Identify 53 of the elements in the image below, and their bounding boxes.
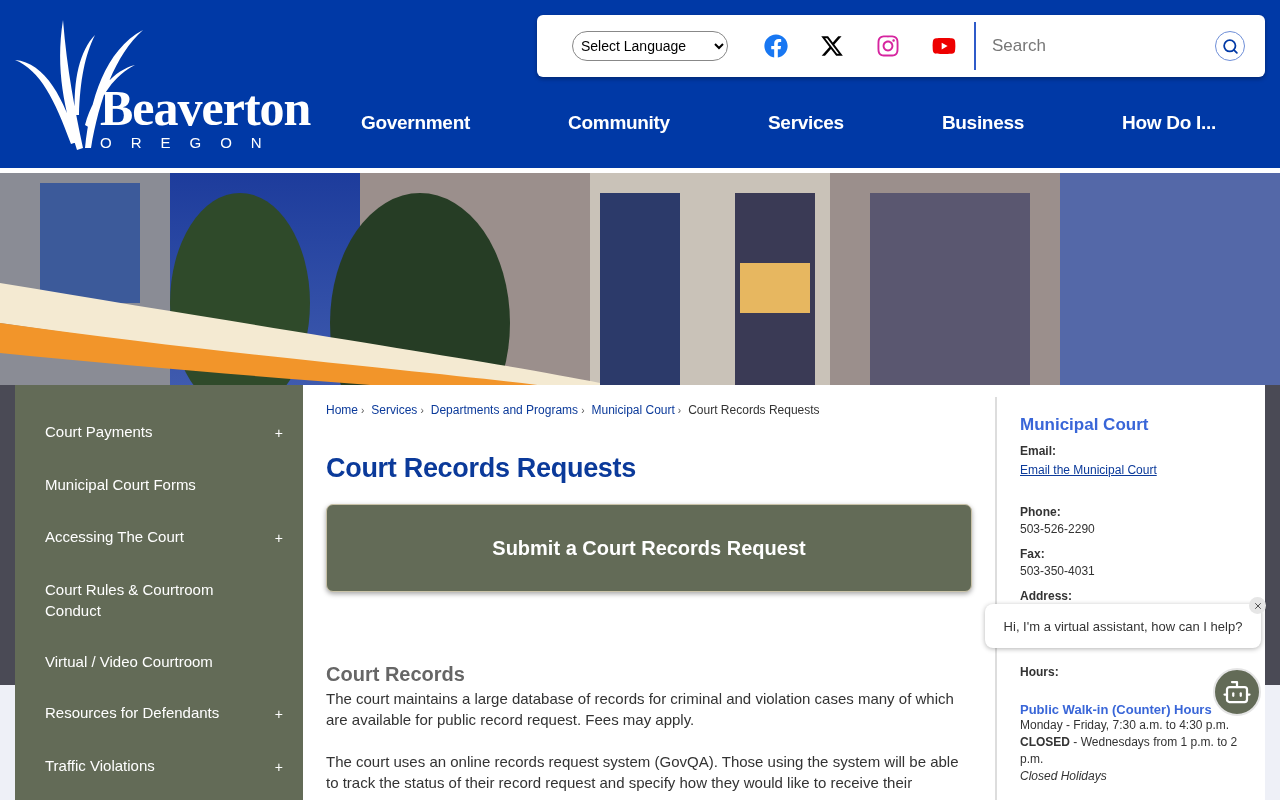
hours-heading: Public Walk-in (Counter) Hours [1020, 702, 1213, 717]
field-label: Hours: [1020, 664, 1060, 681]
sidebar-item[interactable]: Court Rules & Courtroom Conduct [45, 578, 235, 621]
sidebar-item[interactable]: Virtual / Video Courtroom [45, 650, 213, 672]
breadcrumb-separator: › [581, 404, 585, 416]
close-icon [1252, 600, 1263, 611]
page-title: Court Records Requests [326, 453, 637, 484]
breadcrumb-separator: › [361, 404, 365, 416]
field-label: Address: [1020, 588, 1073, 605]
field-value: 503-526-2290 [1020, 521, 1096, 538]
instagram-icon [876, 34, 900, 58]
sidebar-item[interactable]: Accessing The Court [45, 525, 184, 547]
breadcrumb-link[interactable]: Departments and Programs [430, 403, 579, 417]
paragraph: The court uses an online records request system (GovQA). Those using the system will be able to track the status of their record request and specify how they would like to receive their [326, 752, 960, 793]
expand-toggle[interactable]: + [274, 527, 283, 549]
field-value: 503-350-4031 [1020, 563, 1096, 580]
sidebar-item[interactable]: Resources for Defendants [45, 702, 220, 723]
breadcrumb-link[interactable]: Municipal Court [591, 403, 675, 417]
current-location-text: Court Records Requests [688, 403, 820, 417]
nav-link[interactable]: How Do I... [1122, 111, 1216, 134]
nav-link[interactable]: Government [361, 111, 470, 134]
breadcrumb-separator: › [420, 404, 424, 416]
expand-toggle[interactable]: + [274, 757, 283, 778]
search-icon [1221, 37, 1239, 55]
nav-link[interactable]: Community [568, 111, 670, 134]
logo-subtitle: OREGON [100, 135, 282, 150]
field-label: Fax: [1020, 546, 1046, 563]
hours-text: CLOSED - Wednesdays from 1 p.m. to 2 p.m. [1020, 734, 1239, 768]
breadcrumb-separator: › [677, 404, 682, 416]
sidebar-item[interactable]: Municipal Court Forms [45, 474, 196, 495]
submit-request-button[interactable]: Submit a Court Records Request [326, 504, 972, 592]
hours-text: Monday - Friday, 7:30 a.m. to 4:30 p.m. [1020, 717, 1231, 734]
logo-wordmark[interactable]: Beaverton [100, 83, 311, 133]
chat-message: Hi, I'm a virtual assistant, how can I help? [1003, 618, 1243, 634]
language-select[interactable]: Select Language [572, 31, 728, 61]
contact-heading: Municipal Court [1020, 415, 1150, 435]
search-button[interactable] [1215, 31, 1245, 61]
section-heading: Court Records [326, 663, 466, 686]
hours-text: Closed Holidays [1020, 768, 1108, 785]
nav-link[interactable]: Business [941, 111, 1024, 134]
paragraph: The court maintains a large database of records for criminal and violation cases many of which are available for public record request. Fees may apply. [326, 689, 955, 730]
x-icon [820, 34, 844, 58]
email-link[interactable]: Email the Municipal Court [1020, 462, 1157, 479]
field-label: Email: [1020, 443, 1057, 460]
sidebar-item[interactable]: Court Payments [45, 421, 153, 442]
breadcrumb-link[interactable]: Home [326, 403, 358, 417]
facebook-icon [764, 34, 788, 58]
sidebar-item[interactable]: Traffic Violations [45, 755, 155, 776]
field-label: Phone: [1020, 504, 1062, 521]
expand-toggle[interactable]: + [274, 423, 283, 444]
nav-link[interactable]: Services [768, 111, 844, 134]
expand-toggle[interactable]: + [274, 704, 283, 725]
breadcrumb-link[interactable]: Services [371, 403, 418, 417]
